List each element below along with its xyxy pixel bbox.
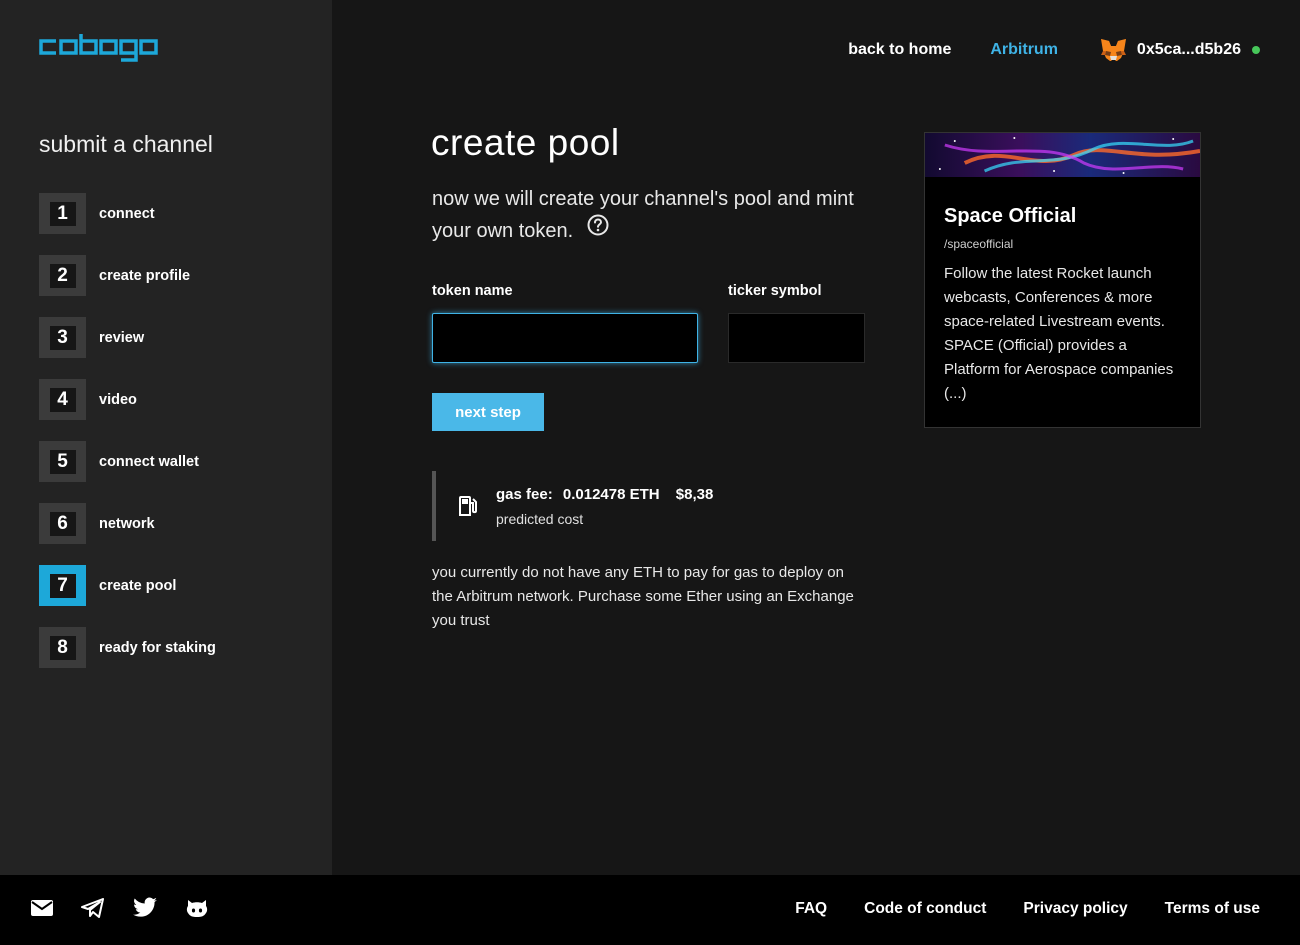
step-number-box: 7: [39, 565, 86, 606]
gas-fee-line: gas fee: 0.012478 ETH $8,38: [496, 486, 719, 503]
step-label: create profile: [99, 267, 191, 284]
channel-handle: /spaceofficial: [944, 237, 1014, 251]
wallet-button[interactable]: 0x5ca...d5b26: [1100, 38, 1260, 62]
intro-copy: now we will create your channel's pool a…: [432, 188, 854, 242]
back-to-home-link[interactable]: back to home: [848, 41, 951, 59]
code-of-conduct-link[interactable]: Code of conduct: [864, 900, 986, 918]
page-title: create pool: [431, 122, 620, 163]
step-label: connect wallet: [99, 453, 199, 470]
step-number: 5: [49, 449, 76, 474]
twitter-icon[interactable]: [132, 897, 158, 919]
step-number: 3: [49, 325, 76, 350]
wallet-address: 0x5ca...d5b26: [1136, 41, 1241, 58]
token-name-label: token name: [432, 283, 513, 299]
step-number-box: 2: [39, 255, 86, 296]
cobogo-logo[interactable]: [39, 33, 160, 68]
telegram-icon[interactable]: [81, 898, 105, 918]
gas-fee-subtitle: predicted cost: [496, 511, 584, 527]
gas-fee-eth: 0.012478 ETH: [562, 486, 660, 503]
privacy-policy-link[interactable]: Privacy policy: [1023, 900, 1127, 918]
ticker-symbol-label: ticker symbol: [728, 283, 822, 299]
connection-status-dot: [1252, 46, 1260, 54]
ticker-symbol-input[interactable]: [728, 313, 865, 363]
step-label: network: [99, 515, 155, 532]
logo-wordmark: [39, 34, 158, 62]
step-label: review: [99, 329, 145, 346]
step-number: 4: [49, 387, 76, 412]
footer: FAQ Code of conduct Privacy policy Terms…: [0, 875, 1300, 945]
step-label: video: [99, 391, 137, 408]
step-create-pool[interactable]: 7 create pool: [39, 565, 216, 606]
step-number: 1: [49, 201, 76, 226]
sidebar-title: submit a channel: [39, 131, 213, 157]
metamask-fox-icon: [1100, 39, 1126, 61]
mail-icon[interactable]: [30, 898, 54, 918]
step-video[interactable]: 4 video: [39, 379, 216, 420]
channel-title: Space Official: [944, 205, 1077, 227]
step-number-box: 1: [39, 193, 86, 234]
sidebar: submit a channel 1 connect 2 create prof…: [0, 0, 332, 875]
step-label: connect: [99, 205, 155, 222]
gas-fee-usd: $8,38: [675, 486, 714, 503]
step-label: create pool: [99, 577, 177, 594]
step-network[interactable]: 6 network: [39, 503, 216, 544]
steps-list: 1 connect 2 create profile 3 review 4 vi…: [39, 193, 216, 689]
channel-card: Space Official /spaceofficial Follow the…: [924, 132, 1201, 428]
step-number-box: 6: [39, 503, 86, 544]
channel-banner-image: [925, 133, 1200, 177]
help-icon[interactable]: [587, 214, 609, 246]
social-icons: [30, 897, 236, 919]
step-number: 2: [49, 263, 76, 288]
insufficient-eth-warning: you currently do not have any ETH to pay…: [432, 564, 854, 629]
faq-link[interactable]: FAQ: [795, 900, 827, 918]
step-connect-wallet[interactable]: 5 connect wallet: [39, 441, 216, 482]
next-step-button[interactable]: next step: [432, 393, 544, 431]
top-nav: back to home Arbitrum 0x5ca...d5b26: [848, 36, 1260, 64]
gas-pump-icon: [458, 495, 480, 522]
step-number-box: 3: [39, 317, 86, 358]
network-link[interactable]: Arbitrum: [990, 41, 1058, 59]
gas-fee-label: gas fee:: [496, 486, 553, 503]
step-number-box: 8: [39, 627, 86, 668]
token-name-input[interactable]: [432, 313, 698, 363]
footer-links: FAQ Code of conduct Privacy policy Terms…: [758, 900, 1260, 918]
step-number: 7: [49, 573, 76, 598]
step-number: 6: [49, 511, 76, 536]
github-icon[interactable]: [185, 897, 209, 919]
step-ready-for-staking[interactable]: 8 ready for staking: [39, 627, 216, 668]
step-label: ready for staking: [99, 639, 216, 656]
step-number-box: 5: [39, 441, 86, 482]
step-connect[interactable]: 1 connect: [39, 193, 216, 234]
step-create-profile[interactable]: 2 create profile: [39, 255, 216, 296]
terms-of-use-link[interactable]: Terms of use: [1165, 900, 1260, 918]
step-number-box: 4: [39, 379, 86, 420]
step-review[interactable]: 3 review: [39, 317, 216, 358]
step-number: 8: [49, 635, 76, 660]
channel-description: Follow the latest Rocket launch webcasts…: [944, 265, 1174, 402]
gas-fee-box: gas fee: 0.012478 ETH $8,38 predicted co…: [432, 471, 832, 541]
intro-text: now we will create your channel's pool a…: [432, 183, 872, 247]
